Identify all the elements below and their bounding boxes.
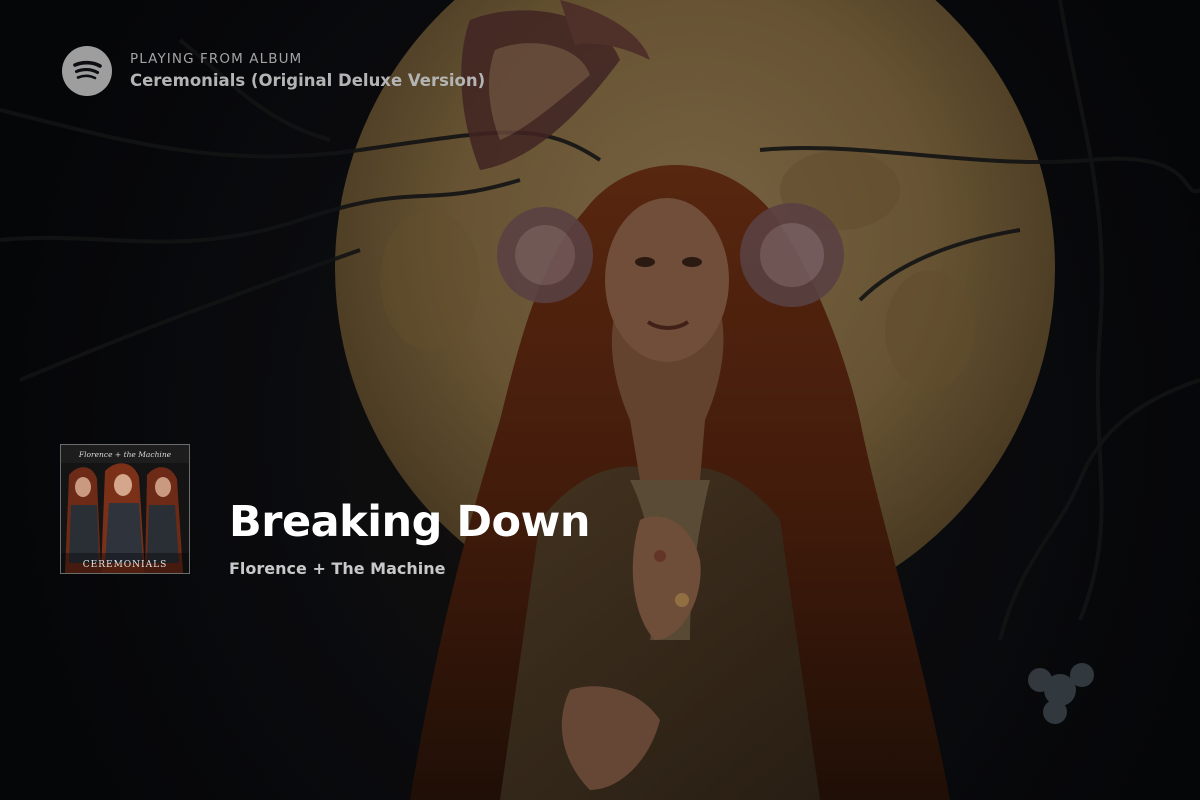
artist-name[interactable]: Florence + The Machine xyxy=(229,559,590,579)
playing-context-text: PLAYING FROM ALBUM Ceremonials (Original… xyxy=(130,50,485,92)
track-info: Breaking Down Florence + The Machine xyxy=(229,494,590,579)
album-link[interactable]: Ceremonials (Original Deluxe Version) xyxy=(130,70,485,92)
album-cover-art: Florence + the Machine CEREMONIALS xyxy=(61,445,189,573)
playing-context-header: PLAYING FROM ALBUM Ceremonials (Original… xyxy=(62,46,485,96)
spotify-wave-icon xyxy=(73,60,102,80)
spotify-logo-icon[interactable] xyxy=(62,46,112,96)
album-cover[interactable]: Florence + the Machine CEREMONIALS xyxy=(60,444,190,574)
context-label: PLAYING FROM ALBUM xyxy=(130,51,303,67)
track-title[interactable]: Breaking Down xyxy=(229,494,590,550)
cover-band-text: Florence + the Machine xyxy=(78,450,172,459)
cover-album-text: CEREMONIALS xyxy=(83,560,167,570)
now-playing-screen: PLAYING FROM ALBUM Ceremonials (Original… xyxy=(0,0,1200,800)
background-dim-overlay xyxy=(0,0,1200,800)
